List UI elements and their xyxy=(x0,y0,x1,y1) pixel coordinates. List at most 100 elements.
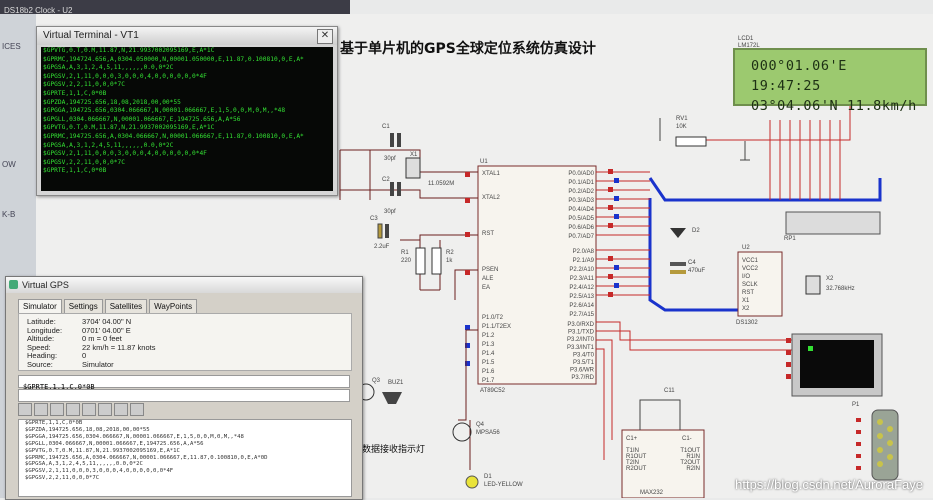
pin-label: P3.5/T1 xyxy=(573,360,595,366)
lcd-line-1: 000°01.06'E 19:47:25 xyxy=(751,58,848,94)
terminal-line: $GPRTE,1,1,C,0*0B xyxy=(43,89,107,97)
pin-label: P1.7 xyxy=(482,378,495,384)
c3-ref: C3 xyxy=(370,216,378,222)
pin-label: P3.4/T0 xyxy=(573,352,595,358)
gps-icon xyxy=(9,280,18,289)
pin-label: R2OUT xyxy=(626,466,647,472)
gps-tab-bar: Simulator Settings Satellites WayPoints xyxy=(18,299,198,313)
toolbar-button[interactable] xyxy=(34,403,48,416)
led-indicator-label: 数据接收指示灯 xyxy=(362,443,425,455)
bz1-ref: BUZ1 xyxy=(388,380,404,386)
pin-label: P3.3/INT1 xyxy=(567,345,595,351)
tab-satellites[interactable]: Satellites xyxy=(104,299,148,313)
pin-label: R2IN xyxy=(686,466,700,472)
q4-ref: Q4 xyxy=(476,422,485,428)
pin-label: SCLK xyxy=(742,282,758,288)
terminal-line: $GPRMC,194724.656,A,0304.050000,N,00001.… xyxy=(43,55,304,63)
u3-model: MAX232 xyxy=(640,490,664,496)
pin-label: P2.3/A11 xyxy=(570,276,595,282)
tab-settings[interactable]: Settings xyxy=(63,299,103,313)
terminal-line: $GPZDA,194725.656,18,08,2018,00,00*55 xyxy=(43,98,181,106)
close-icon[interactable]: ✕ xyxy=(317,29,333,44)
r1-ref: R1 xyxy=(401,250,409,256)
virtual-terminal-window[interactable]: Virtual Terminal - VT1 ✕ $GPVTG,0.T,0.M,… xyxy=(36,26,338,196)
gps-field-value: Simulator xyxy=(82,360,114,369)
r1-value: 220 xyxy=(401,258,412,264)
virtual-gps-titlebar: Virtual GPS xyxy=(6,277,362,293)
terminal-line: $GPGSA,A,3,1,2,4,5,11,,,,,,0.0,0*2C xyxy=(43,141,174,149)
terminal-line: $GPGSA,A,3,1,2,4,5,11,,,,,,0.0,0*2C xyxy=(43,64,174,72)
c2-ref: C2 xyxy=(382,177,390,183)
pin-label: P0.3/AD3 xyxy=(568,198,594,204)
c4-ref: C4 xyxy=(688,260,696,266)
log-line: $GPGGA,194725.656,0304.066667,N,00001.06… xyxy=(25,433,244,440)
toolbar-button[interactable] xyxy=(18,403,32,416)
c4-value: 470uF xyxy=(688,268,705,274)
pin-label: P1.6 xyxy=(482,369,495,375)
x2-value: 32.768kHz xyxy=(826,286,855,292)
pin-label: P2.5/A13 xyxy=(569,294,594,300)
terminal-line: $GPGSV,2,2,11,0,0,0*7C xyxy=(43,158,125,166)
gps-field-label: Source: xyxy=(27,360,53,369)
pin-label: PSEN xyxy=(482,267,498,273)
pin-label: P2.0/A8 xyxy=(573,249,595,255)
x1-value: 11.0592M xyxy=(428,181,454,187)
mcu-model: AT89C52 xyxy=(480,388,506,394)
lcd-ref: LCD1 xyxy=(738,36,754,42)
schematic-title: 基于单片机的GPS全球定位系统仿真设计 xyxy=(340,40,596,57)
tab-simulator[interactable]: Simulator xyxy=(18,299,62,313)
lcd-display[interactable]: 000°01.06'E 19:47:25 03°04.06'N 11.8km/h xyxy=(733,48,927,114)
virtual-display[interactable] xyxy=(786,333,883,397)
pin-label: P3.7/RD xyxy=(571,375,594,381)
pin-label: P0.6/AD6 xyxy=(568,225,594,231)
pin-label: P2.7/A15 xyxy=(569,312,594,318)
toolbar-button[interactable] xyxy=(50,403,64,416)
pin-label: P2.1/A9 xyxy=(573,258,595,264)
c1-value: 30pf xyxy=(384,156,396,162)
log-line: $GPRTE,1,1,C,0*0B xyxy=(25,420,83,426)
nmea-current-sentence[interactable]: $GPRTE,1,1,C,0*0B xyxy=(18,375,350,391)
pin-label: P2.2/A10 xyxy=(569,267,594,273)
gps-simulator-panel: Latitude: 3704' 04.00" N Longitude: 0701' 0… xyxy=(18,313,352,371)
rtc-ds1302[interactable]: U2 DS1302 VCC1 VCC2 I/O SCLK RST X1 X2 xyxy=(736,245,783,326)
terminal-line: $GPGSV,2,2,11,0,0,0*7C xyxy=(43,81,125,89)
terminal-line: $GPGGA,194725.656,0304.066667,N,00001.06… xyxy=(43,107,286,115)
pin-label: P0.7/AD7 xyxy=(568,234,594,240)
toolbar-button[interactable] xyxy=(98,403,112,416)
pin-label: P0.0/AD0 xyxy=(568,171,594,177)
terminal-line: $GPRMC,194725.656,A,0304.066667,N,00001.… xyxy=(43,132,304,140)
progress-bar xyxy=(18,389,350,402)
mcu-u1[interactable]: U1 AT89C52 XTAL1 XTAL2 RST PSEN ALE EA P1.0/T2… xyxy=(477,159,597,394)
toolbar-button[interactable] xyxy=(82,403,96,416)
pin-label: X1 xyxy=(742,298,750,304)
tab-waypoints[interactable]: WayPoints xyxy=(149,299,198,313)
terminal-output[interactable]: $GPVTG,0.T,0.M,11.87,N,21.9937002095169,… xyxy=(41,47,333,191)
u2-ref: U2 xyxy=(742,245,750,251)
terminal-line: $GPGSV,2,1,11,0,0,0,3,0,0,0,4,0,0,0,0,0,… xyxy=(43,72,207,80)
pin-label: P1.2 xyxy=(482,333,495,339)
gps-field-row: Source: Simulator xyxy=(27,360,114,369)
pin-label: VCC1 xyxy=(742,258,759,264)
rp1-ref: RP1 xyxy=(784,236,796,242)
gps-toolbar xyxy=(18,403,144,416)
toolbar-button[interactable] xyxy=(66,403,80,416)
virtual-gps-window[interactable]: Virtual GPS Simulator Settings Satellites W… xyxy=(5,276,363,500)
pin-label: P0.1/AD1 xyxy=(568,180,594,186)
terminal-line: $GPGLL,0304.066667,N,00001.066667,E,1947… xyxy=(43,115,241,123)
r2-ref: R2 xyxy=(446,250,454,256)
pin-label: XTAL1 xyxy=(482,171,501,177)
toolbar-button[interactable] xyxy=(130,403,144,416)
pin-label: XTAL2 xyxy=(482,195,501,201)
c2-value: 30pf xyxy=(384,209,396,215)
gps-nmea-log[interactable]: $GPRTE,1,1,C,0*0B $GPZDA,194725.656,18,08… xyxy=(18,419,352,497)
d1-model: LED-YELLOW xyxy=(484,482,523,488)
c1-ref: C1 xyxy=(382,124,390,130)
r2-value: 1k xyxy=(446,258,453,264)
resistor-pack-rp1[interactable]: RP1 xyxy=(784,236,796,242)
pin-label: P3.0/RXD xyxy=(567,322,594,328)
toolbar-button[interactable] xyxy=(114,403,128,416)
pin-label: P3.6/WR xyxy=(570,368,595,374)
pin-label: I/O xyxy=(742,274,750,280)
pin-label: P3.1/TXD xyxy=(568,330,595,336)
rv1-value: 10K xyxy=(676,124,687,130)
